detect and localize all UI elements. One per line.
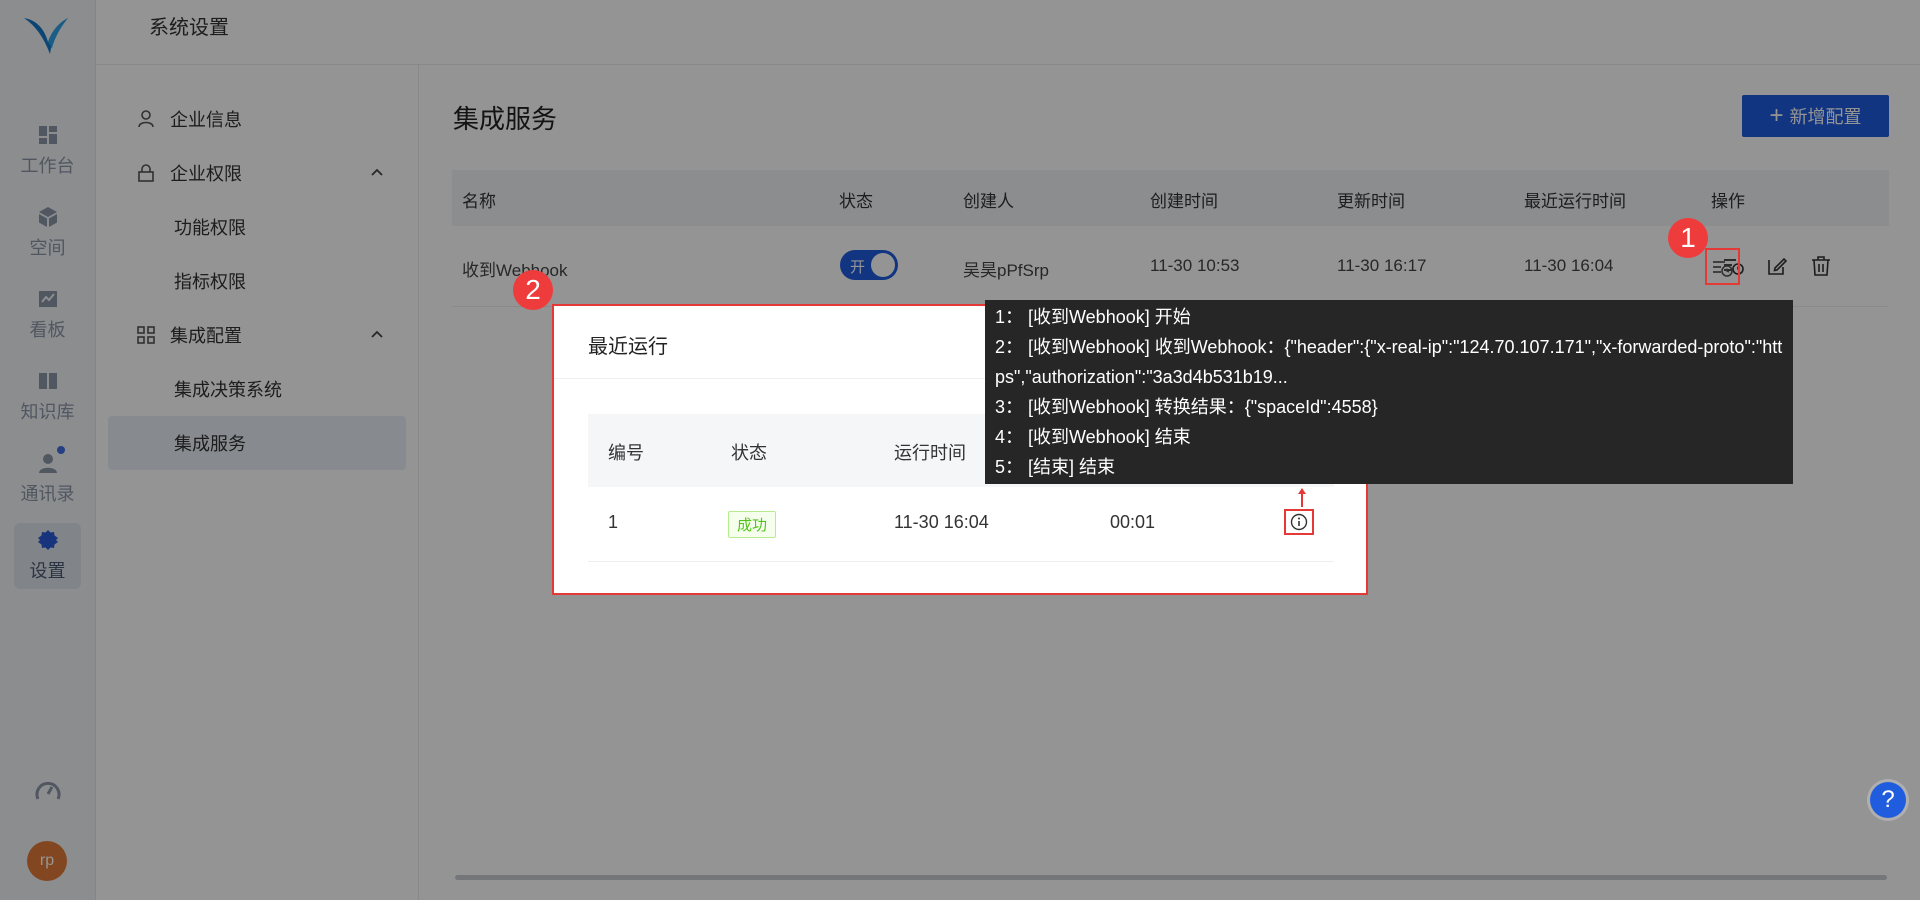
run-id: 1: [608, 512, 619, 532]
arrow-up-icon: [1298, 488, 1306, 507]
status-badge: 成功: [728, 511, 777, 538]
log-line: 3： [收到Webhook] 转换结果：{"spaceId":4558}: [995, 397, 1378, 417]
modal-col-run-time: 运行时间: [894, 443, 966, 463]
log-line: 4： [收到Webhook] 结束: [995, 427, 1191, 447]
step-marker-2: 2: [513, 270, 553, 310]
modal-col-id: 编号: [608, 443, 644, 463]
run-log-tooltip: 1： [收到Webhook] 开始 2： [收到Webhook] 收到Webho…: [985, 300, 1793, 484]
log-line: 2： [收到Webhook] 收到Webhook：{"header":{"x-r…: [995, 337, 1783, 387]
run-detail-button[interactable]: [1284, 509, 1314, 535]
info-icon: [1290, 513, 1308, 531]
run-history-icon-highlighted[interactable]: [1710, 256, 1734, 280]
log-line: 1： [收到Webhook] 开始: [995, 307, 1191, 327]
log-line: 5： [结束] 结束: [995, 457, 1116, 477]
help-button[interactable]: ?: [1870, 782, 1906, 818]
run-time: 11-30 16:04: [894, 512, 989, 532]
modal-title: 最近运行: [588, 336, 668, 358]
modal-col-status: 状态: [731, 443, 767, 463]
run-duration: 00:01: [1110, 512, 1156, 532]
step-marker-1: 1: [1668, 218, 1708, 258]
modal-table-row: 1 成功 11-30 16:04 00:01: [588, 487, 1334, 562]
